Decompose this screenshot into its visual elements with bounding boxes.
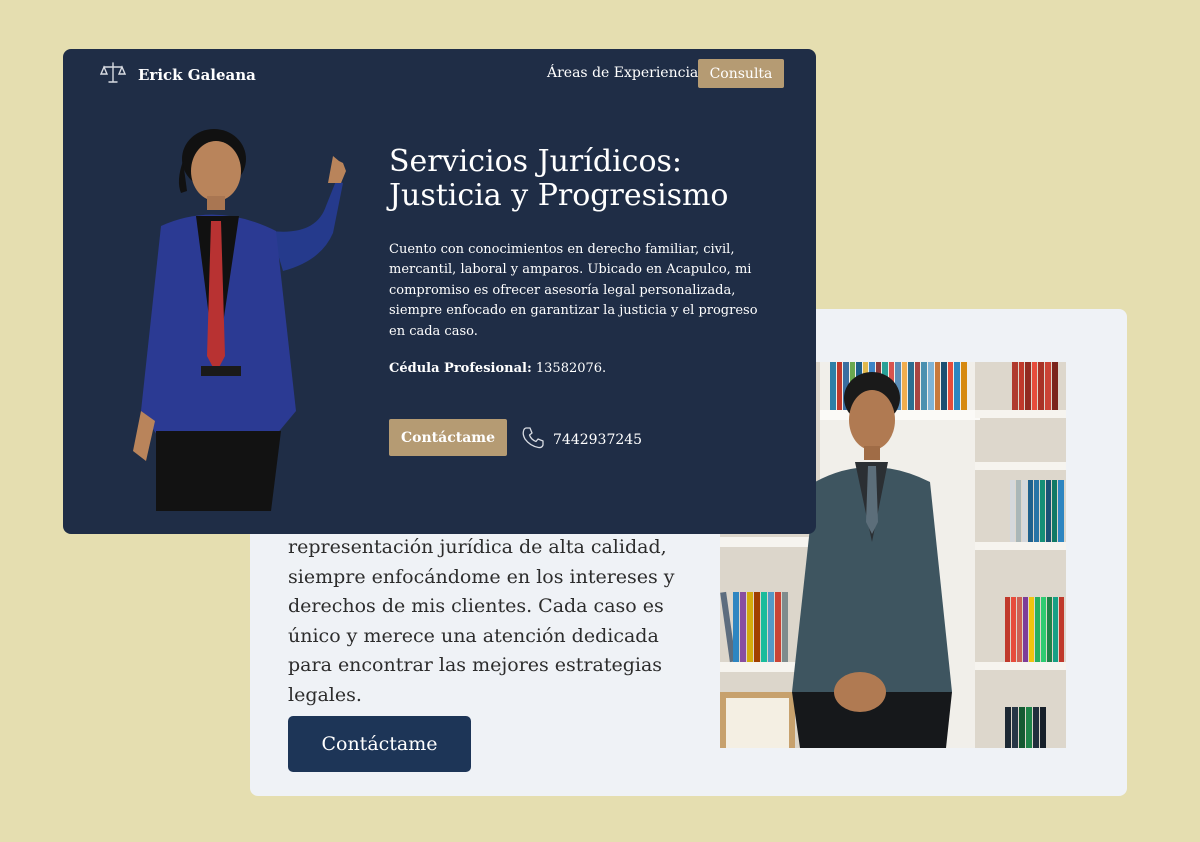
- phone-link[interactable]: 7442937245: [521, 426, 642, 454]
- brand-name: Erick Galeana: [138, 66, 256, 84]
- cedula-value: 13582076.: [535, 361, 607, 376]
- hero-contact-button[interactable]: Contáctame: [389, 419, 507, 456]
- about-paragraph: representación jurídica de alta calidad,…: [288, 536, 675, 706]
- scales-of-justice-icon: [99, 61, 127, 89]
- hero-title: Servicios Jurídicos: Justicia y Progresi…: [389, 144, 729, 213]
- consulta-button[interactable]: Consulta: [698, 59, 784, 88]
- hero-card: Erick Galeana Áreas de Experiencia Consu…: [63, 49, 816, 534]
- about-contact-button[interactable]: Contáctame: [288, 716, 471, 772]
- nav-link-areas[interactable]: Áreas de Experiencia: [547, 65, 698, 81]
- brand-logo[interactable]: Erick Galeana: [99, 61, 256, 89]
- cedula-label: Cédula Profesional:: [389, 361, 532, 376]
- lawyer-cutout-photo: [121, 121, 361, 511]
- cedula-profesional: Cédula Profesional: 13582076.: [389, 361, 606, 376]
- hero-description: Cuento con conocimientos en derecho fami…: [389, 242, 758, 339]
- phone-number: 7442937245: [553, 432, 643, 448]
- phone-icon: [521, 426, 545, 454]
